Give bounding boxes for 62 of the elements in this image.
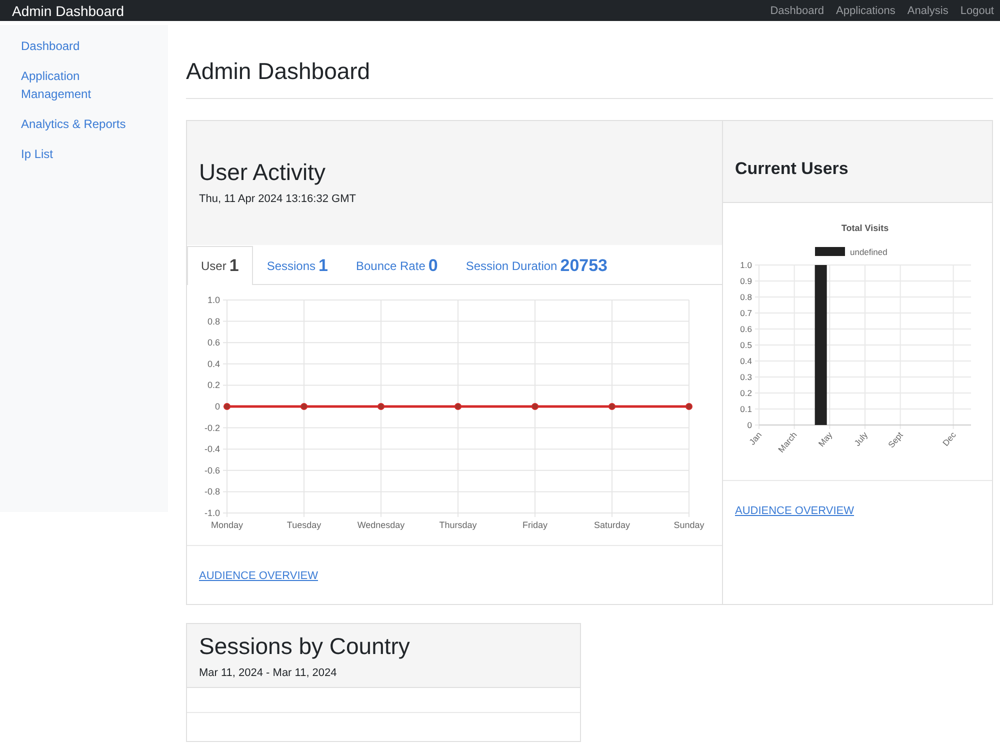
axis-label: Wednesday <box>357 520 405 530</box>
nav-link[interactable]: Logout <box>960 4 994 18</box>
sidebar-link[interactable]: Dashboard <box>21 37 131 55</box>
tab[interactable]: Sessions 1 <box>252 246 342 285</box>
chart-title: Total Visits <box>841 223 889 233</box>
axis-label: Friday <box>522 520 548 530</box>
axis-label: 0.8 <box>207 316 220 326</box>
axis-label: Dec <box>940 430 958 448</box>
sidebar-link[interactable]: Ip List <box>21 145 131 163</box>
axis-label: -0.4 <box>204 444 220 454</box>
data-point <box>300 403 308 410</box>
axis-label: 0.5 <box>740 340 752 350</box>
axis-label: 0.2 <box>207 380 220 390</box>
nav-link[interactable]: Applications <box>836 4 896 18</box>
axis-label: 0.2 <box>740 388 752 398</box>
axis-label: 0.3 <box>740 372 752 382</box>
data-point <box>608 403 616 410</box>
card-title: Sessions by Country <box>199 632 411 660</box>
data-point <box>532 403 538 410</box>
axis-label: 0.6 <box>740 324 752 334</box>
axis-label: -0.2 <box>204 422 220 433</box>
card-title: User Activity <box>199 158 327 187</box>
date-range-text: Mar 11, 2024 - Mar 11, 2024 <box>199 667 338 679</box>
data-point <box>686 403 692 410</box>
axis-label: 0.4 <box>740 356 752 366</box>
axis-label: 0.4 <box>207 358 220 369</box>
axis-label: 0.1 <box>740 404 752 414</box>
axis-label: 0.9 <box>740 276 752 286</box>
page-title: Admin Dashboard <box>186 57 372 85</box>
data-point <box>454 403 462 410</box>
audience-overview-link[interactable]: AUDIENCE OVERVIEW <box>735 505 854 517</box>
axis-label: Sunday <box>674 520 704 530</box>
axis-label: Saturday <box>594 520 630 530</box>
sidebar-link[interactable]: Analytics & Reports <box>21 115 131 133</box>
tab[interactable]: Bounce Rate 0 <box>342 246 452 285</box>
axis-label: Monday <box>210 520 244 530</box>
axis-label: 0.7 <box>740 308 752 318</box>
axis-label: Jan <box>747 430 764 447</box>
brand-title[interactable]: Admin Dashboard <box>12 2 124 18</box>
axis-label: -0.6 <box>204 465 220 476</box>
nav-link[interactable]: Dashboard <box>770 4 824 18</box>
axis-label: Thursday <box>439 520 477 530</box>
axis-label: -0.8 <box>204 486 220 497</box>
audience-overview-link[interactable]: AUDIENCE OVERVIEW <box>199 570 318 582</box>
sidebar-link[interactable]: Application Management <box>21 67 131 103</box>
tab[interactable]: Session Duration 20753 <box>452 246 622 285</box>
axis-label: 1.0 <box>740 260 752 270</box>
timestamp-text: Thu, 11 Apr 2024 13:16:32 GMT <box>199 193 357 205</box>
axis-label: 0.8 <box>740 292 752 302</box>
data-point <box>224 403 230 410</box>
card-title: Current Users <box>735 158 850 180</box>
axis-label: 0 <box>747 420 752 430</box>
axis-label: -1.0 <box>204 508 220 518</box>
nav-link[interactable]: Analysis <box>907 4 948 18</box>
axis-label: 0.6 <box>207 338 220 348</box>
axis-label: Tuesday <box>286 520 322 530</box>
axis-label: July <box>852 430 870 448</box>
tab[interactable]: User 1 <box>187 246 253 285</box>
axis-label: 0 <box>214 402 220 412</box>
axis-label: 1.0 <box>207 295 220 305</box>
data-point <box>378 403 384 410</box>
legend-label: undefined <box>850 247 888 257</box>
